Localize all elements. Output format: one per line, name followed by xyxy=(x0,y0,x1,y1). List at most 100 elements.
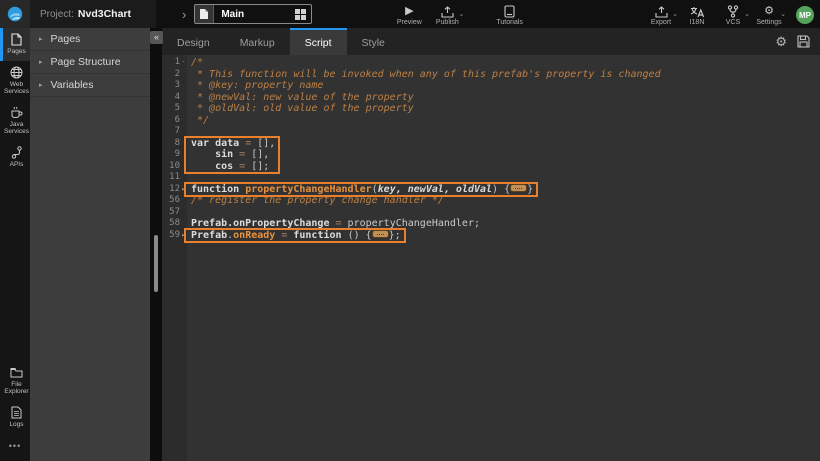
collapse-panel-button[interactable]: « xyxy=(150,31,163,44)
code-line[interactable]: 12▸function propertyChangeHandler(key, n… xyxy=(162,184,820,196)
tab-design[interactable]: Design xyxy=(162,28,225,55)
code-line[interactable]: 6 */ xyxy=(162,115,820,127)
code-line-text: cos = []; xyxy=(187,161,269,173)
i18n-button[interactable]: I18N xyxy=(684,2,710,26)
code-line[interactable]: 58Prefab.onPropertyChange = propertyChan… xyxy=(162,218,820,230)
line-number: 3 xyxy=(162,80,187,92)
code-line-text: function propertyChangeHandler(key, newV… xyxy=(187,184,533,196)
vcs-button[interactable]: VCS ⌄ xyxy=(720,2,746,26)
panel-section-page-structure[interactable]: ▸ Page Structure xyxy=(30,51,150,74)
code-line[interactable]: 57 xyxy=(162,207,820,219)
code-line[interactable]: 10 cos = []; xyxy=(162,161,820,173)
publish-button[interactable]: Publish ⌄ xyxy=(434,2,460,26)
line-number: 57 xyxy=(162,207,187,219)
rail-item-logs[interactable]: Logs xyxy=(0,401,30,434)
code-line-text: /* register the property change handler … xyxy=(187,195,444,207)
line-number: 58 xyxy=(162,218,187,230)
code-line[interactable]: 1-/* xyxy=(162,57,820,69)
code-line-text: * @oldVal: old value of the property xyxy=(187,103,414,115)
git-branch-icon xyxy=(727,5,739,18)
code-line-text: */ xyxy=(187,115,209,127)
editor-settings-gear-icon[interactable]: ⚙ xyxy=(775,34,787,50)
rail-item-pages[interactable]: Pages xyxy=(0,28,30,61)
code-line[interactable]: 59▸Prefab.onReady = function () {}; xyxy=(162,230,820,242)
line-number: 4 xyxy=(162,92,187,104)
code-line-text: sin = [], xyxy=(187,149,269,161)
expand-arrow-icon: ▸ xyxy=(39,81,43,89)
grid-view-icon[interactable] xyxy=(295,9,306,20)
main-area: Design Markup Script Style ⚙ 1-/*2 * Thi… xyxy=(162,28,820,461)
rail-label-web-services: Web Services xyxy=(4,81,29,96)
wavemaker-logo[interactable] xyxy=(0,0,30,28)
user-avatar[interactable]: MP xyxy=(796,6,814,24)
code-line[interactable]: 2 * This function will be invoked when a… xyxy=(162,69,820,81)
folded-code-box[interactable] xyxy=(372,230,389,238)
rail-label-apis: APIs xyxy=(10,161,24,169)
top-bar: Project: Nvd3Chart › Main ▶ Preview Publ… xyxy=(0,0,820,28)
publish-label: Publish xyxy=(436,19,459,26)
code-line[interactable]: 4 * @newVal: new value of the property xyxy=(162,92,820,104)
panel-section-pages[interactable]: ▸ Pages xyxy=(30,28,150,51)
save-icon[interactable] xyxy=(797,35,810,48)
tutorials-button[interactable]: Tutorials xyxy=(496,2,523,26)
code-line[interactable]: 8var data = [], xyxy=(162,138,820,150)
panel-section-variables[interactable]: ▸ Variables xyxy=(30,74,150,97)
topbar-left-actions: ▶ Preview Publish ⌄ Tutorials xyxy=(396,2,523,26)
fold-marker-empty xyxy=(180,218,187,230)
wavemaker-logo-icon xyxy=(7,6,23,22)
tab-markup[interactable]: Markup xyxy=(225,28,290,55)
code-line[interactable]: 56/* register the property change handle… xyxy=(162,195,820,207)
rail-item-apis[interactable]: APIs xyxy=(0,141,30,174)
fold-marker-icon[interactable]: ▸ xyxy=(180,184,187,196)
wavemaker-studio-window: Project: Nvd3Chart › Main ▶ Preview Publ… xyxy=(0,0,820,461)
chevron-down-icon: ⌄ xyxy=(458,10,464,18)
code-line-text: Prefab.onReady = function () {}; xyxy=(187,230,401,242)
script-code-editor[interactable]: 1-/*2 * This function will be invoked wh… xyxy=(162,55,820,461)
project-name: Nvd3Chart xyxy=(78,8,131,20)
fold-marker-icon[interactable]: ▸ xyxy=(180,230,187,242)
code-line-text: * This function will be invoked when any… xyxy=(187,69,661,81)
more-options-icon[interactable]: ••• xyxy=(0,433,30,461)
code-line-text: Prefab.onPropertyChange = propertyChange… xyxy=(187,218,480,230)
folder-icon xyxy=(10,366,23,379)
api-connector-icon xyxy=(11,146,23,159)
left-icon-rail: Pages Web Services Java Services APIs xyxy=(0,28,30,461)
tutorials-label: Tutorials xyxy=(496,19,523,26)
topbar-right-actions: Export ⌄ I18N VCS ⌄ ⚙ xyxy=(648,2,814,26)
folded-code-box[interactable] xyxy=(510,184,527,192)
export-label: Export xyxy=(651,19,671,26)
fold-marker-empty xyxy=(180,92,187,104)
panel-scrollbar-thumb[interactable] xyxy=(154,235,158,292)
settings-button[interactable]: ⚙ Settings ⌄ xyxy=(756,2,782,26)
rail-item-java-services[interactable]: Java Services xyxy=(0,101,30,141)
preview-button[interactable]: ▶ Preview xyxy=(396,2,422,26)
code-line[interactable]: 3 * @key: property name xyxy=(162,80,820,92)
code-line[interactable]: 9 sin = [], xyxy=(162,149,820,161)
rail-item-web-services[interactable]: Web Services xyxy=(0,61,30,101)
fold-marker-icon[interactable]: - xyxy=(180,57,187,69)
expand-arrow-icon: ▸ xyxy=(39,35,43,43)
tab-script[interactable]: Script xyxy=(290,28,347,55)
tabbar-actions: ⚙ xyxy=(775,28,820,55)
fold-marker-empty xyxy=(180,172,187,184)
export-button[interactable]: Export ⌄ xyxy=(648,2,674,26)
panel-label-page-structure: Page Structure xyxy=(51,56,121,68)
log-document-icon xyxy=(11,406,22,419)
code-line[interactable]: 7 xyxy=(162,126,820,138)
code-line[interactable]: 5 * @oldVal: old value of the property xyxy=(162,103,820,115)
tab-markup-label: Markup xyxy=(240,37,275,49)
code-line[interactable]: 11 xyxy=(162,172,820,184)
tab-style[interactable]: Style xyxy=(347,28,400,55)
fold-marker-empty xyxy=(180,80,187,92)
project-label: Project: xyxy=(40,9,74,20)
line-number: 59▸ xyxy=(162,230,187,242)
page-selector-dropdown[interactable]: Main xyxy=(194,4,312,24)
chevron-down-icon: ⌄ xyxy=(744,10,750,18)
globe-icon xyxy=(10,66,23,79)
rail-item-file-explorer[interactable]: File Explorer xyxy=(0,361,30,401)
line-number: 12▸ xyxy=(162,184,187,196)
chevron-right-icon[interactable]: › xyxy=(182,7,186,22)
code-area[interactable]: 1-/*2 * This function will be invoked wh… xyxy=(162,57,820,241)
line-number: 8 xyxy=(162,138,187,150)
panel-divider: « xyxy=(150,28,162,461)
